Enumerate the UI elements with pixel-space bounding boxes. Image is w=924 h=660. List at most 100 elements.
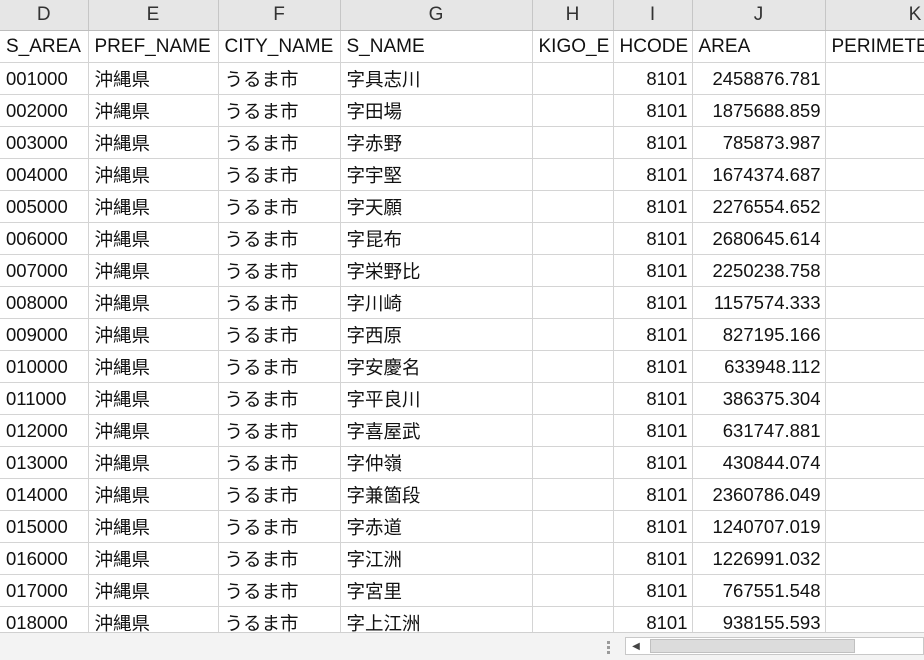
- column-header-g[interactable]: G: [340, 0, 533, 31]
- table-cell[interactable]: 沖縄県: [88, 94, 219, 127]
- table-cell[interactable]: 4337.60: [825, 574, 924, 607]
- table-cell[interactable]: 沖縄県: [88, 446, 219, 479]
- table-cell[interactable]: 字上江洲: [340, 606, 533, 632]
- table-cell[interactable]: 沖縄県: [88, 126, 219, 159]
- table-cell[interactable]: 002000: [0, 94, 89, 127]
- table-cell[interactable]: 633948.112: [692, 350, 826, 383]
- table-cell[interactable]: 8818.76: [825, 190, 924, 223]
- table-cell[interactable]: うるま市: [218, 158, 341, 191]
- table-cell[interactable]: うるま市: [218, 190, 341, 223]
- table-cell[interactable]: 5864.59: [825, 350, 924, 383]
- triangle-left-icon[interactable]: ◀: [626, 638, 646, 654]
- table-cell[interactable]: 字平良川: [340, 382, 533, 415]
- table-cell[interactable]: 8964.12: [825, 478, 924, 511]
- table-cell[interactable]: 沖縄県: [88, 158, 219, 191]
- table-cell[interactable]: [532, 510, 614, 543]
- table-cell[interactable]: 沖縄県: [88, 254, 219, 287]
- field-name-cell[interactable]: KIGO_E: [532, 30, 614, 63]
- table-cell[interactable]: [532, 222, 614, 255]
- column-header-i[interactable]: I: [613, 0, 693, 31]
- table-cell[interactable]: 5798.46: [825, 510, 924, 543]
- table-cell[interactable]: うるま市: [218, 126, 341, 159]
- table-cell[interactable]: 8101: [613, 318, 693, 351]
- table-cell[interactable]: 2458876.781: [692, 62, 826, 95]
- table-cell[interactable]: [532, 542, 614, 575]
- field-name-cell[interactable]: HCODE: [613, 30, 693, 63]
- table-cell[interactable]: 8101: [613, 382, 693, 415]
- table-cell[interactable]: [532, 126, 614, 159]
- table-cell[interactable]: 018000: [0, 606, 89, 632]
- table-cell[interactable]: 015000: [0, 510, 89, 543]
- table-cell[interactable]: 010000: [0, 350, 89, 383]
- table-cell[interactable]: うるま市: [218, 318, 341, 351]
- table-cell[interactable]: うるま市: [218, 414, 341, 447]
- table-cell[interactable]: 8101: [613, 190, 693, 223]
- table-cell[interactable]: [532, 478, 614, 511]
- table-cell[interactable]: 8101: [613, 62, 693, 95]
- table-cell[interactable]: 字赤野: [340, 126, 533, 159]
- scrollbar-thumb[interactable]: [650, 639, 855, 653]
- table-cell[interactable]: 8101: [613, 286, 693, 319]
- table-cell[interactable]: 827195.166: [692, 318, 826, 351]
- table-cell[interactable]: 字喜屋武: [340, 414, 533, 447]
- table-cell[interactable]: 沖縄県: [88, 382, 219, 415]
- table-cell[interactable]: [532, 62, 614, 95]
- table-cell[interactable]: うるま市: [218, 94, 341, 127]
- table-cell[interactable]: 字宇堅: [340, 158, 533, 191]
- table-cell[interactable]: 1240707.019: [692, 510, 826, 543]
- table-cell[interactable]: 016000: [0, 542, 89, 575]
- table-cell[interactable]: うるま市: [218, 510, 341, 543]
- table-cell[interactable]: [532, 574, 614, 607]
- table-cell[interactable]: 8101: [613, 606, 693, 632]
- table-cell[interactable]: 1226991.032: [692, 542, 826, 575]
- table-cell[interactable]: 沖縄県: [88, 606, 219, 632]
- table-cell[interactable]: 字栄野比: [340, 254, 533, 287]
- table-cell[interactable]: 013000: [0, 446, 89, 479]
- table-cell[interactable]: [532, 382, 614, 415]
- table-cell[interactable]: [532, 190, 614, 223]
- column-header-j[interactable]: J: [692, 0, 826, 31]
- table-cell[interactable]: 字仲嶺: [340, 446, 533, 479]
- table-cell[interactable]: [532, 286, 614, 319]
- table-cell[interactable]: 字昆布: [340, 222, 533, 255]
- table-cell[interactable]: うるま市: [218, 446, 341, 479]
- table-cell[interactable]: 767551.548: [692, 574, 826, 607]
- table-cell[interactable]: 8101: [613, 158, 693, 191]
- table-cell[interactable]: 006000: [0, 222, 89, 255]
- table-cell[interactable]: うるま市: [218, 542, 341, 575]
- table-cell[interactable]: 2276554.652: [692, 190, 826, 223]
- table-cell[interactable]: 8101: [613, 222, 693, 255]
- table-cell[interactable]: 2830.91: [825, 382, 924, 415]
- column-header-h[interactable]: H: [532, 0, 614, 31]
- table-cell[interactable]: うるま市: [218, 350, 341, 383]
- table-cell[interactable]: [532, 254, 614, 287]
- table-cell[interactable]: [532, 446, 614, 479]
- table-cell[interactable]: 003000: [0, 126, 89, 159]
- table-cell[interactable]: 字兼箇段: [340, 478, 533, 511]
- table-cell[interactable]: 8464.98: [825, 254, 924, 287]
- table-cell[interactable]: 字赤道: [340, 510, 533, 543]
- table-cell[interactable]: うるま市: [218, 286, 341, 319]
- table-cell[interactable]: 字宮里: [340, 574, 533, 607]
- table-cell[interactable]: 017000: [0, 574, 89, 607]
- column-header-d[interactable]: D: [0, 0, 89, 31]
- table-cell[interactable]: [532, 606, 614, 632]
- table-cell[interactable]: 007000: [0, 254, 89, 287]
- table-cell[interactable]: 008000: [0, 286, 89, 319]
- table-cell[interactable]: うるま市: [218, 222, 341, 255]
- table-cell[interactable]: 8101: [613, 414, 693, 447]
- table-cell[interactable]: 字川崎: [340, 286, 533, 319]
- table-cell[interactable]: 沖縄県: [88, 62, 219, 95]
- table-cell[interactable]: 009000: [0, 318, 89, 351]
- table-cell[interactable]: うるま市: [218, 62, 341, 95]
- table-cell[interactable]: 8101: [613, 94, 693, 127]
- table-cell[interactable]: うるま市: [218, 574, 341, 607]
- table-cell[interactable]: 8101: [613, 478, 693, 511]
- table-cell[interactable]: 785873.987: [692, 126, 826, 159]
- table-cell[interactable]: 631747.881: [692, 414, 826, 447]
- column-header-e[interactable]: E: [88, 0, 219, 31]
- table-cell[interactable]: [532, 414, 614, 447]
- table-cell[interactable]: 5975.30: [825, 606, 924, 632]
- table-cell[interactable]: 4823.83: [825, 126, 924, 159]
- table-cell[interactable]: 沖縄県: [88, 350, 219, 383]
